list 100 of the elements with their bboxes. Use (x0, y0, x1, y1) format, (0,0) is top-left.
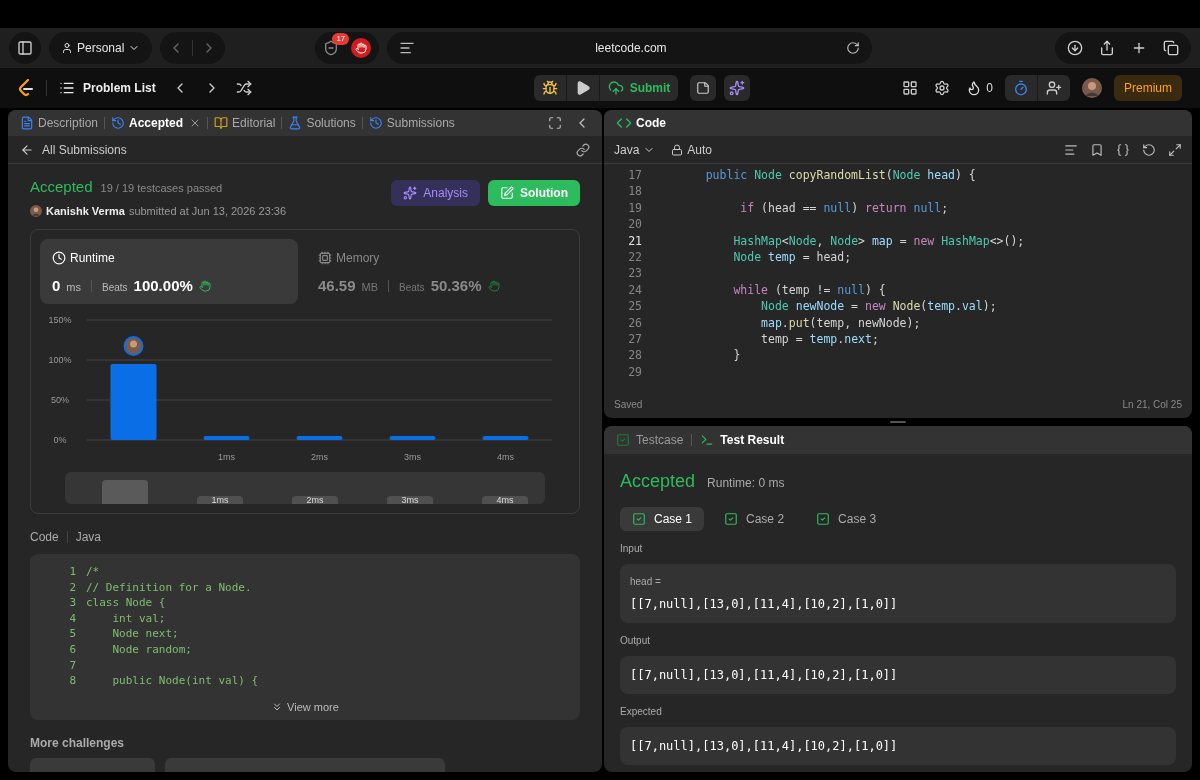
problem-list-button[interactable]: Problem List (59, 79, 156, 97)
line-number: 26 (627, 314, 642, 331)
code-line: // Definition for a Node. (86, 579, 252, 596)
stat-value: 46.59 (318, 276, 356, 296)
author-name: Kanishk Verma (46, 203, 125, 219)
code-line: int val; (111, 610, 166, 627)
runtime-text: Runtime: 0 ms (707, 475, 785, 492)
streak-button[interactable]: 0 (966, 79, 993, 97)
line-number: 8 (68, 673, 76, 689)
code-line: /* (86, 564, 100, 580)
code-line: public Node copyRandomList(Node head) { (704, 167, 976, 184)
parameter-name: head = (630, 575, 662, 589)
beats-label: Beats (399, 281, 425, 295)
stat-unit: MB (361, 280, 379, 295)
beats-label: Beats (102, 281, 128, 295)
line-number: 2 (68, 579, 76, 596)
y-axis-label: 0% (53, 435, 67, 445)
code-line: if (head == null) return null; (739, 199, 949, 217)
code-heading: Code (30, 529, 59, 546)
y-axis-label: 100% (48, 355, 72, 365)
code-line: map.put(temp, newNode); (760, 314, 921, 331)
value-text: [[7,null],[13,0],[11,4],[10,2],[1,0]] (630, 738, 899, 755)
overview-label: 3ms (387, 496, 433, 504)
case-tab[interactable]: Case 3 (804, 507, 889, 531)
line-number: 28 (627, 347, 642, 364)
code-line: Node temp = head; (732, 248, 852, 266)
stat-tile[interactable]: Runtime 0 ms Beats 100.00% (40, 239, 298, 304)
premium-button[interactable]: Premium (1114, 75, 1182, 101)
code-line: Node random; (111, 641, 192, 658)
line-number: 24 (627, 281, 642, 299)
code-line: } (732, 347, 741, 364)
line-number: 19 (627, 199, 642, 217)
language-dropdown[interactable]: Java (614, 140, 656, 159)
line-number: 27 (627, 330, 642, 348)
beats-percent: 100.00% (133, 276, 193, 296)
stat-label: Memory (336, 250, 380, 267)
value-text: [[7,null],[13,0],[11,4],[10,2],[1,0]] (630, 596, 899, 613)
line-number: 21 (627, 232, 642, 249)
code-line: temp = temp.next; (760, 330, 879, 348)
line-number: 23 (627, 265, 642, 282)
line-number: 7 (68, 657, 76, 674)
view-more-button[interactable]: View more (271, 698, 339, 716)
section-heading: More challenges (30, 735, 126, 752)
overview-label: 4ms (482, 496, 528, 504)
notification-badge: 17 (332, 33, 350, 45)
tab[interactable]: Description (20, 114, 99, 132)
tab[interactable]: Solutions (288, 114, 356, 132)
line-number: 17 (627, 167, 642, 184)
submitted-time: submitted at Jun 13, 2026 23:36 (128, 203, 287, 219)
line-number: 18 (627, 183, 642, 200)
line-number: 1 (68, 564, 76, 580)
section-label: Input (620, 542, 644, 556)
result-status: Accepted (620, 470, 696, 493)
address-bar[interactable]: leetcode.com (387, 32, 873, 64)
code-line: class Node { (86, 595, 166, 611)
code-line: HashMap<Node, Node> map = new HashMap<>(); (732, 232, 1025, 249)
code-line: Node next; (111, 626, 179, 642)
value-text: [[7,null],[13,0],[11,4],[10,2],[1,0]] (630, 667, 899, 684)
line-number: 3 (68, 595, 76, 611)
beats-percent: 50.36% (430, 276, 482, 296)
cursor-position: Ln 21, Col 25 (1122, 397, 1182, 412)
line-number: 25 (627, 298, 642, 315)
save-status: Saved (614, 397, 643, 412)
x-axis-label: 1ms (218, 452, 235, 462)
x-axis-label: 3ms (404, 452, 421, 462)
tab[interactable]: Submissions (368, 114, 455, 132)
tab[interactable]: Accepted (111, 114, 202, 132)
line-number: 20 (627, 216, 642, 233)
panel-title: Code (636, 115, 666, 132)
back-link[interactable]: All Submissions (20, 140, 127, 159)
x-axis-label: 4ms (497, 452, 514, 462)
case-tab[interactable]: Case 2 (712, 507, 797, 531)
code-line: public Node(int val) { (111, 673, 259, 689)
url-text: leetcode.com (594, 40, 668, 57)
tab[interactable]: Editorial (214, 114, 276, 132)
overview-label: 2ms (292, 496, 338, 504)
line-number: 5 (68, 626, 76, 642)
code-line: while (temp != null) { (732, 281, 886, 299)
analysis-button[interactable]: Analysis (391, 180, 480, 206)
case-tab[interactable]: Case 1 (620, 507, 705, 531)
line-number: 4 (68, 610, 76, 627)
line-number: 29 (627, 363, 642, 381)
y-axis-label: 150% (48, 315, 72, 325)
result-status: Accepted (30, 177, 93, 197)
testcases-passed: 19 / 19 testcases passed (100, 181, 223, 196)
stat-value: 0 (52, 276, 61, 296)
line-number: 6 (68, 641, 76, 658)
stat-tile[interactable]: Memory 46.59 MB Beats 50.36% (306, 239, 564, 304)
section-label: Expected (620, 705, 663, 719)
y-axis-label: 50% (51, 395, 69, 405)
section-label: Output (620, 634, 652, 648)
tab[interactable]: Testcase (616, 431, 684, 449)
tab[interactable]: Test Result (700, 431, 785, 449)
overview-label: 1ms (197, 496, 243, 504)
mode-button[interactable]: Auto (671, 140, 713, 159)
profile-button[interactable]: Personal (49, 32, 153, 64)
range-overview[interactable]: 1ms 2ms 3ms 4ms (65, 472, 545, 504)
code-line: Node newNode = new Node(temp.val); (760, 298, 997, 315)
line-number: 22 (627, 248, 642, 266)
x-axis-label: 2ms (311, 452, 328, 462)
